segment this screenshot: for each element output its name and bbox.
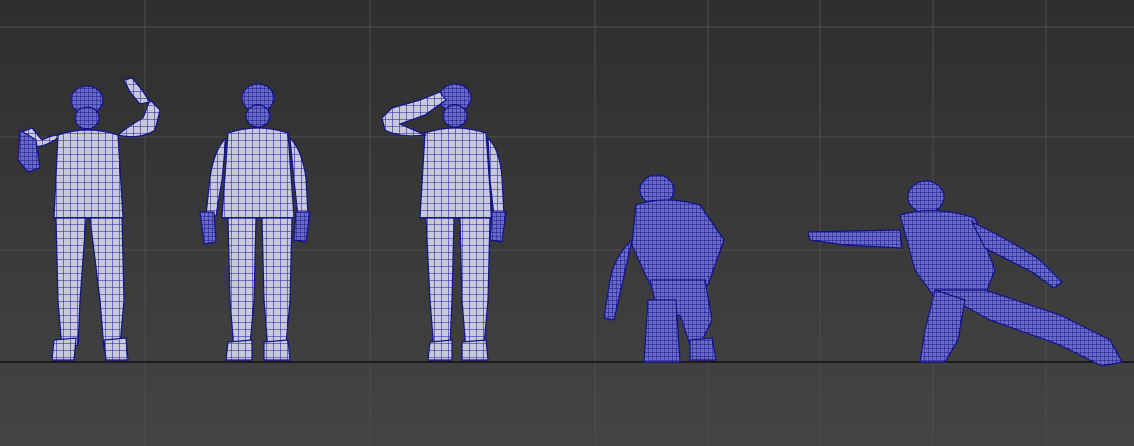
- viewport-scene[interactable]: [0, 0, 1134, 446]
- soldier-waving[interactable]: [17, 77, 161, 361]
- soldier-kneeling[interactable]: [603, 174, 725, 363]
- soldier-saluting[interactable]: [381, 83, 507, 361]
- soldier-standing[interactable]: [199, 83, 311, 361]
- 3d-viewport[interactable]: [0, 0, 1134, 446]
- soldier-lunging[interactable]: [807, 180, 1123, 367]
